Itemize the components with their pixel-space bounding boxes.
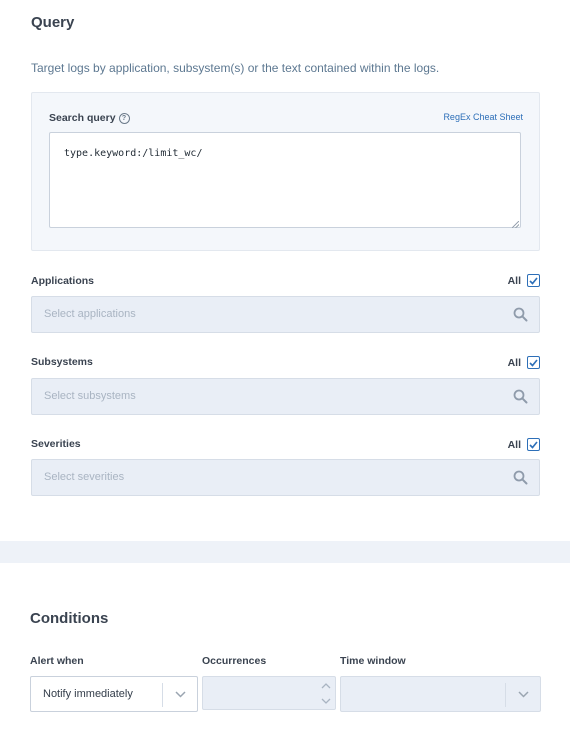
search-query-label: Search query: [49, 112, 116, 124]
checkmark-icon: [529, 440, 538, 449]
conditions-title: Conditions: [30, 610, 109, 627]
subsystems-placeholder: Select subsystems: [44, 390, 136, 402]
subsystems-all-label: All: [507, 356, 521, 369]
checkmark-icon: [529, 276, 538, 285]
severities-all-toggle[interactable]: All: [508, 438, 540, 451]
checkmark-icon: [529, 358, 538, 367]
applications-select[interactable]: Select applications: [31, 296, 540, 333]
query-section: Query Target logs by application, subsys…: [0, 0, 570, 541]
regex-cheat-sheet-link[interactable]: RegEx Cheat Sheet: [443, 112, 523, 122]
subsystems-all-toggle[interactable]: All: [508, 356, 540, 369]
query-description: Target logs by application, subsystem(s)…: [31, 61, 440, 75]
question-circle-icon[interactable]: ?: [118, 113, 130, 124]
chevron-down-icon[interactable]: [517, 689, 530, 699]
alert-when-select[interactable]: Notify immediately: [30, 676, 198, 712]
conditions-section: Conditions Alert when Occurrences Time w…: [0, 563, 570, 748]
subsystems-all-checkbox[interactable]: [527, 356, 540, 369]
select-separator: [162, 683, 163, 707]
stepper-up-icon[interactable]: [317, 677, 335, 693]
time-window-label: Time window: [340, 655, 406, 667]
severities-placeholder: Select severities: [44, 471, 125, 483]
occurrences-stepper[interactable]: [202, 676, 336, 710]
alert-when-value: Notify immediately: [43, 688, 133, 700]
search-icon: [513, 307, 528, 322]
query-title: Query: [31, 14, 75, 31]
applications-all-checkbox[interactable]: [527, 274, 540, 287]
search-query-label-wrap: Search query?: [49, 112, 130, 124]
alert-when-label: Alert when: [30, 655, 84, 667]
resize-grip-icon[interactable]: [512, 221, 519, 228]
applications-all-label: All: [507, 274, 521, 287]
search-query-textarea[interactable]: type.keyword:/limit_wc/: [49, 132, 521, 228]
subsystems-label: Subsystems: [31, 356, 93, 368]
chevron-down-icon[interactable]: [174, 689, 187, 699]
search-icon: [513, 389, 528, 404]
occurrences-label: Occurrences: [202, 655, 267, 667]
subsystems-select[interactable]: Select subsystems: [31, 378, 540, 415]
severities-all-checkbox[interactable]: [527, 438, 540, 451]
severities-select[interactable]: Select severities: [31, 459, 540, 496]
stepper-down-icon[interactable]: [317, 693, 335, 709]
severities-all-label: All: [507, 438, 521, 451]
applications-all-toggle[interactable]: All: [508, 274, 540, 287]
search-query-panel: Search query? RegEx Cheat Sheet type.key…: [31, 92, 540, 251]
applications-label: Applications: [31, 275, 95, 287]
select-separator: [505, 683, 506, 707]
severities-label: Severities: [31, 438, 81, 450]
section-divider: [0, 541, 570, 563]
search-icon: [513, 470, 528, 485]
time-window-select[interactable]: [340, 676, 541, 712]
applications-placeholder: Select applications: [44, 308, 136, 320]
